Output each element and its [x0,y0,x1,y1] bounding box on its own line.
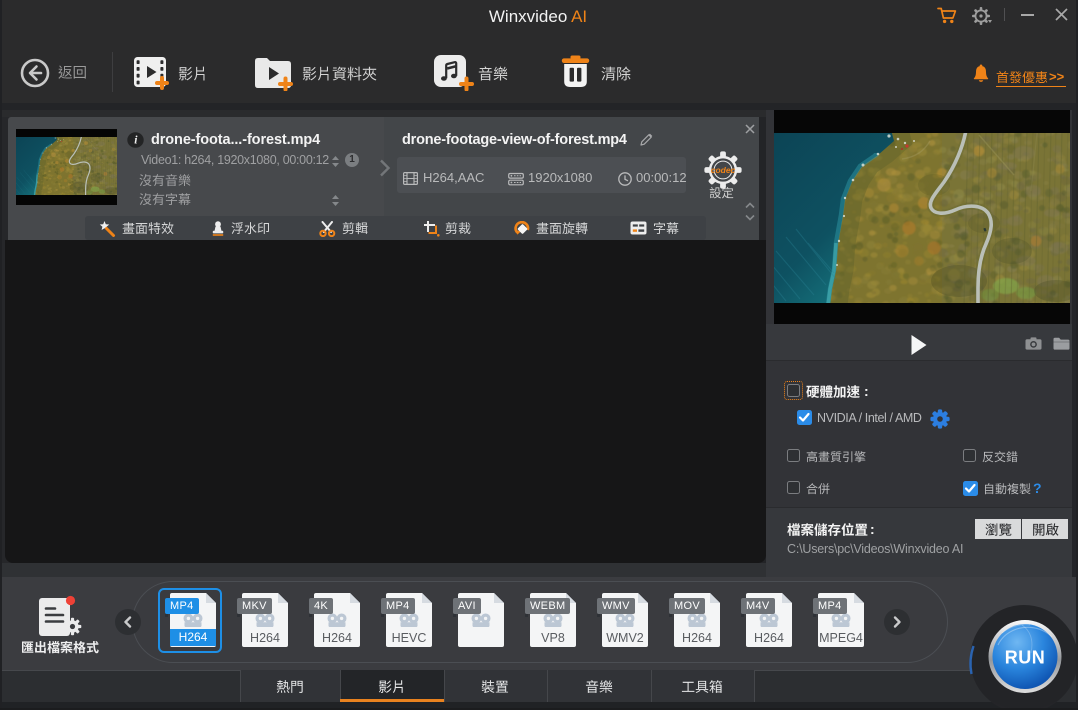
svg-text:codec: codec [711,165,736,175]
svg-text:RUN: RUN [1005,648,1046,668]
